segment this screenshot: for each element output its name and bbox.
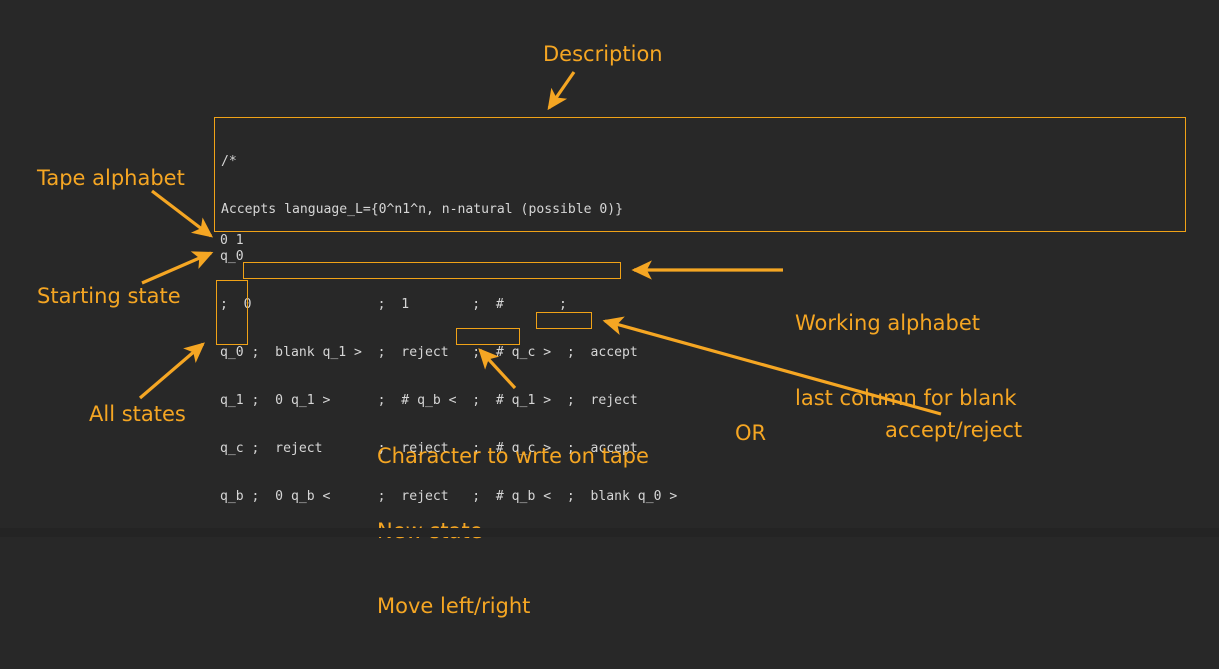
- annotation-working-alphabet-line2: last column for blank: [795, 386, 1017, 410]
- annotation-description: Description: [543, 42, 663, 66]
- annotation-working-alphabet-line1: Working alphabet: [795, 311, 981, 335]
- annotation-accept-reject: accept/reject: [885, 418, 1023, 442]
- desc-line-0: /*: [221, 154, 237, 169]
- annotation-starting-state: Starting state: [37, 284, 181, 308]
- bottom-edge-strip: [0, 528, 1219, 537]
- table-header-row: ; 0 ; 1 ; # ;: [220, 297, 567, 312]
- description-code-lines: /* Accepts language_L={0^n1^n, n-natural…: [221, 122, 1175, 231]
- arrow-description: [547, 71, 576, 111]
- action-cell-highlight-box: [456, 328, 520, 345]
- working-alphabet-highlight-box: [243, 262, 621, 279]
- table-row: q_0 ; blank q_1 > ; reject ; # q_c > ; a…: [220, 345, 638, 360]
- arrow-tape-alphabet: [151, 189, 214, 238]
- desc-line-1: Accepts language_L={0^n1^n, n-natural (p…: [221, 202, 624, 217]
- annotation-tape-alphabet: Tape alphabet: [37, 166, 185, 190]
- all-states-highlight-box: [216, 280, 248, 345]
- annotation-character-line1: Character to wrte on tape: [377, 444, 649, 468]
- annotation-or: OR: [735, 421, 767, 445]
- description-comment-block[interactable]: /* Accepts language_L={0^n1^n, n-natural…: [214, 117, 1186, 232]
- starting-state-line[interactable]: q_0: [220, 249, 244, 265]
- tape-alphabet-line[interactable]: 0 1: [220, 233, 244, 249]
- accept-cell-highlight-box: [536, 312, 592, 329]
- annotation-character-line3: Move left/right: [377, 594, 531, 618]
- arrow-all-states: [138, 342, 205, 400]
- annotation-all-states: All states: [89, 402, 186, 426]
- arrow-starting-state: [141, 251, 214, 285]
- screenshot-canvas: /* Accepts language_L={0^n1^n, n-natural…: [0, 0, 1219, 618]
